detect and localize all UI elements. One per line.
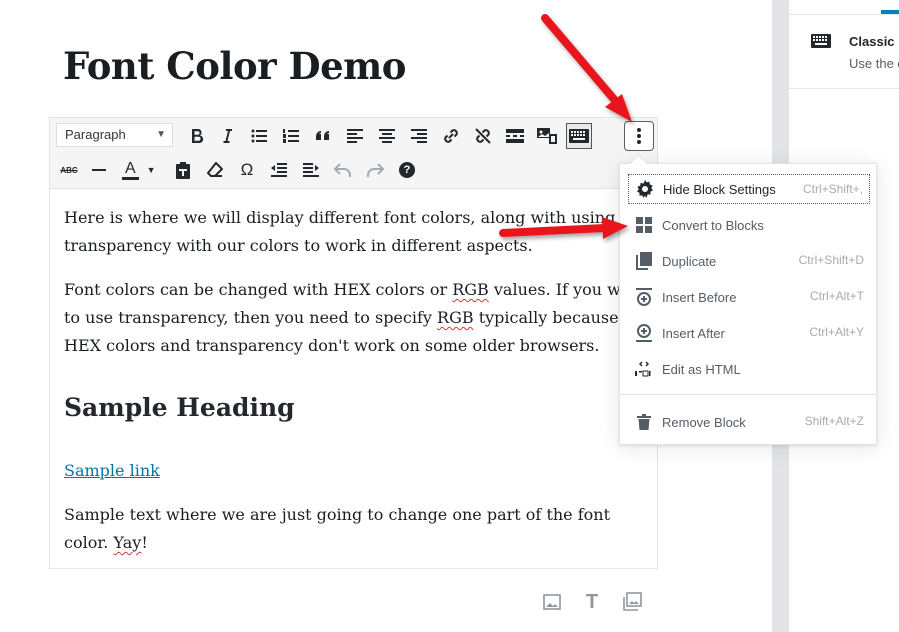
italic-icon[interactable] bbox=[214, 123, 240, 149]
paragraph-3-part-b: ! bbox=[141, 533, 148, 552]
bullet-list-icon[interactable] bbox=[246, 123, 272, 149]
menu-item-label: Edit as HTML bbox=[662, 361, 741, 377]
block-card-description: Use the c bbox=[849, 56, 899, 71]
html-icon bbox=[632, 357, 656, 381]
insert-after-icon bbox=[632, 321, 656, 345]
block-card-title: Classic bbox=[849, 34, 895, 49]
format-select-value: Paragraph bbox=[65, 127, 126, 142]
heading-glyph: T bbox=[585, 590, 599, 613]
menu-item-label: Remove Block bbox=[662, 414, 746, 430]
sample-link[interactable]: Sample link bbox=[64, 457, 160, 485]
insert-before-icon bbox=[632, 285, 656, 309]
paragraph-1[interactable]: Here is where we will display different … bbox=[64, 204, 654, 260]
indent-icon[interactable] bbox=[298, 157, 324, 183]
menu-item-label: Duplicate bbox=[662, 253, 717, 269]
special-character-icon[interactable]: Ω bbox=[234, 157, 260, 183]
duplicate-icon bbox=[632, 249, 656, 273]
paste-text-icon[interactable] bbox=[170, 157, 196, 183]
sample-heading[interactable]: Sample Heading bbox=[64, 391, 295, 425]
toolbar-toggle-icon[interactable] bbox=[566, 123, 592, 149]
redo-icon[interactable] bbox=[362, 157, 388, 183]
menu-item-duplicate[interactable]: Duplicate Ctrl+Shift+D bbox=[628, 246, 870, 276]
menu-item-remove-block[interactable]: Remove Block Shift+Alt+Z bbox=[628, 407, 870, 437]
menu-item-shortcut: Ctrl+Shift+D bbox=[798, 253, 864, 267]
outdent-icon[interactable] bbox=[266, 157, 292, 183]
chevron-down-icon: ▼ bbox=[146, 165, 156, 175]
menu-item-convert-to-blocks[interactable]: Convert to Blocks bbox=[628, 210, 870, 240]
menu-item-label: Insert After bbox=[662, 325, 725, 341]
block-settings-menu: Hide Block Settings Ctrl+Shift+, Convert… bbox=[619, 154, 877, 445]
heading-icon[interactable]: T bbox=[580, 590, 604, 614]
menu-item-shortcut: Ctrl+Shift+, bbox=[802, 182, 863, 196]
more-options-button[interactable] bbox=[624, 121, 654, 151]
help-icon[interactable]: ? bbox=[394, 157, 420, 183]
menu-item-insert-after[interactable]: Insert After Ctrl+Alt+Y bbox=[628, 318, 870, 348]
classic-toolbar: Paragraph ▼ ABC A ▼ Ω ? bbox=[50, 118, 657, 189]
post-title[interactable]: Font Color Demo bbox=[63, 44, 407, 88]
sidebar-divider bbox=[789, 88, 899, 89]
menu-item-shortcut: Shift+Alt+Z bbox=[804, 414, 864, 428]
bold-icon[interactable] bbox=[184, 123, 210, 149]
text-color-letter: A bbox=[122, 160, 139, 180]
menu-separator bbox=[620, 394, 876, 395]
quick-inserter: T bbox=[540, 590, 660, 614]
keyboard-icon bbox=[811, 34, 831, 50]
text-color-icon[interactable]: A ▼ bbox=[118, 157, 162, 183]
link-icon[interactable] bbox=[438, 123, 464, 149]
chevron-down-icon: ▼ bbox=[156, 129, 166, 140]
read-more-icon[interactable] bbox=[502, 123, 528, 149]
spellcheck-word: RGB bbox=[437, 308, 474, 327]
align-left-icon[interactable] bbox=[342, 123, 368, 149]
menu-item-hide-block-settings[interactable]: Hide Block Settings Ctrl+Shift+, bbox=[628, 174, 870, 204]
spellcheck-word: RGB bbox=[452, 280, 489, 299]
omega-glyph: Ω bbox=[240, 160, 254, 179]
ellipsis-vertical-icon bbox=[637, 128, 641, 144]
grid-blocks-icon bbox=[632, 213, 656, 237]
horizontal-line-icon[interactable] bbox=[86, 157, 112, 183]
paragraph-3[interactable]: Sample text where we are just going to c… bbox=[64, 501, 654, 557]
menu-item-insert-before[interactable]: Insert Before Ctrl+Alt+T bbox=[628, 282, 870, 312]
blockquote-icon[interactable] bbox=[310, 123, 336, 149]
trash-icon bbox=[632, 410, 656, 434]
image-icon[interactable] bbox=[540, 590, 564, 614]
menu-item-edit-as-html[interactable]: Edit as HTML bbox=[628, 354, 870, 384]
classic-block[interactable]: Paragraph ▼ ABC A ▼ Ω ? Here is where we… bbox=[49, 117, 658, 569]
numbered-list-icon[interactable] bbox=[278, 123, 304, 149]
align-right-icon[interactable] bbox=[406, 123, 432, 149]
spellcheck-word: Yay bbox=[113, 533, 142, 552]
sidebar-divider bbox=[789, 14, 899, 15]
gallery-icon[interactable] bbox=[620, 590, 644, 614]
align-center-icon[interactable] bbox=[374, 123, 400, 149]
gear-icon bbox=[633, 177, 657, 201]
format-select[interactable]: Paragraph ▼ bbox=[56, 123, 173, 147]
help-glyph: ? bbox=[399, 162, 415, 178]
menu-item-label: Convert to Blocks bbox=[662, 217, 764, 233]
media-icon[interactable] bbox=[534, 123, 560, 149]
clear-formatting-icon[interactable] bbox=[202, 157, 228, 183]
menu-item-shortcut: Ctrl+Alt+Y bbox=[809, 325, 864, 339]
menu-item-shortcut: Ctrl+Alt+T bbox=[809, 289, 864, 303]
unlink-icon[interactable] bbox=[470, 123, 496, 149]
menu-item-label: Insert Before bbox=[662, 289, 737, 305]
strikethrough-label: ABC bbox=[60, 165, 78, 175]
paragraph-2[interactable]: Font colors can be changed with HEX colo… bbox=[64, 276, 654, 360]
paragraph-2-part-a: Font colors can be changed with HEX colo… bbox=[64, 280, 453, 299]
strikethrough-icon[interactable]: ABC bbox=[56, 157, 82, 183]
undo-icon[interactable] bbox=[330, 157, 356, 183]
menu-item-label: Hide Block Settings bbox=[663, 181, 776, 197]
